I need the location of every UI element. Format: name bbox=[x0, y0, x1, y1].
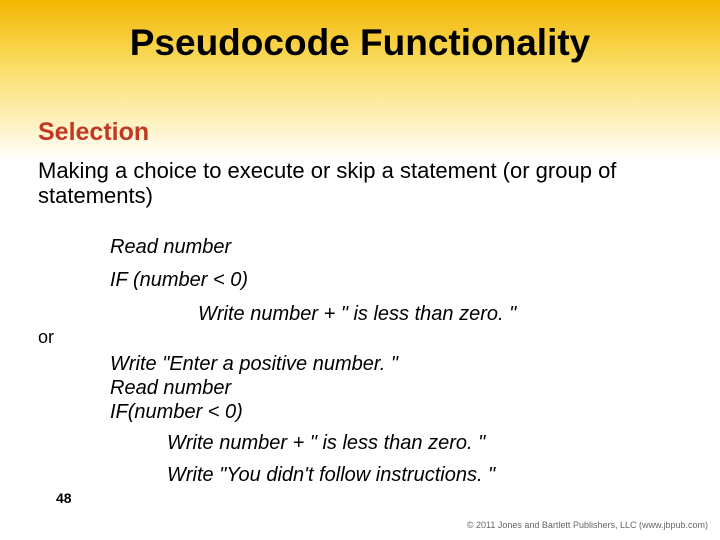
code-line: IF(number < 0) bbox=[110, 397, 243, 428]
code-line: Write number + " is less than zero. " bbox=[167, 428, 485, 459]
section-heading: Selection bbox=[38, 118, 149, 147]
code-line: IF (number < 0) bbox=[110, 264, 248, 296]
slide: Pseudocode Functionality Selection Makin… bbox=[0, 0, 720, 540]
code-line: Read number bbox=[110, 231, 231, 263]
or-label: or bbox=[38, 327, 54, 348]
slide-title: Pseudocode Functionality bbox=[0, 22, 720, 64]
page-number: 48 bbox=[56, 490, 72, 506]
code-line: Write number + " is less than zero. " bbox=[198, 298, 516, 330]
copyright-text: © 2011 Jones and Bartlett Publishers, LL… bbox=[467, 520, 708, 530]
code-line: Write "You didn't follow instructions. " bbox=[167, 460, 495, 491]
intro-text: Making a choice to execute or skip a sta… bbox=[38, 159, 682, 208]
